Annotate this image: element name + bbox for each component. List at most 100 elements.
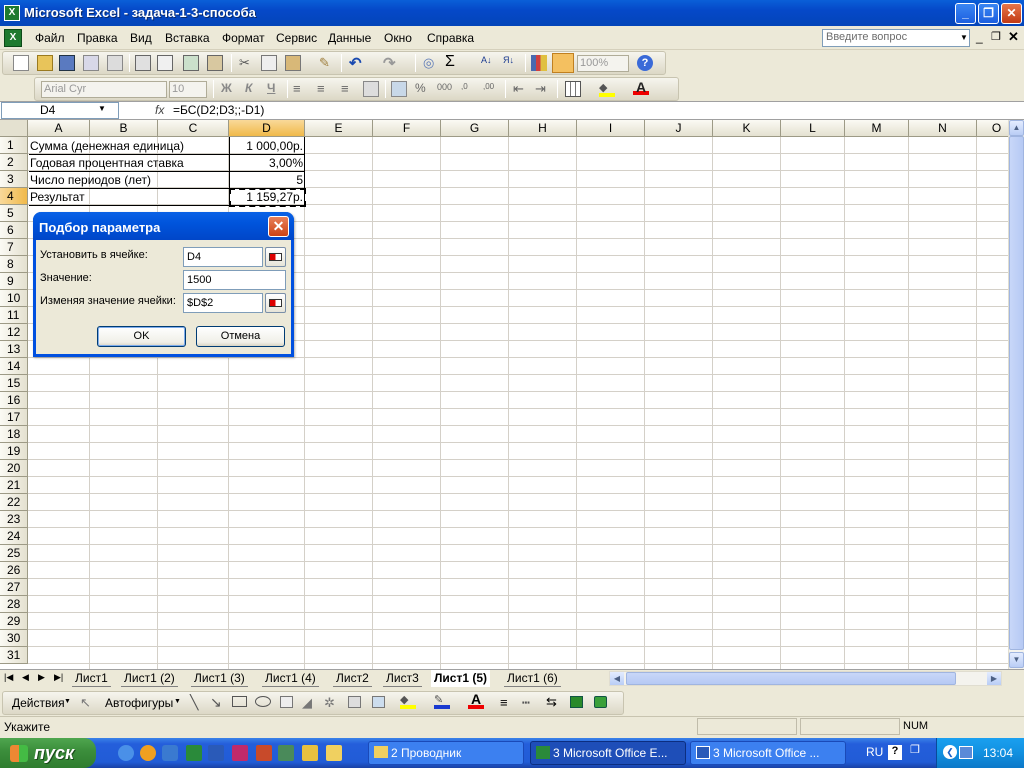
scroll-down-button[interactable]: ▼ <box>1009 652 1024 668</box>
line-style-icon[interactable]: ≡ <box>500 695 508 710</box>
insert-function-icon[interactable]: fx <box>155 103 164 117</box>
scroll-up-button[interactable]: ▲ <box>1009 120 1024 136</box>
publisher-launch-icon[interactable] <box>278 745 294 761</box>
column-header-l[interactable]: L <box>781 120 845 137</box>
row-header[interactable]: 19 <box>0 443 28 460</box>
new-icon[interactable] <box>13 55 29 71</box>
first-sheet-icon[interactable]: |◀ <box>4 672 13 683</box>
row-header[interactable]: 29 <box>0 613 28 630</box>
sheet-tab[interactable]: Лист1 (6) <box>504 670 561 687</box>
row-header[interactable]: 3 <box>0 171 28 188</box>
access-launch-icon[interactable] <box>302 745 318 761</box>
menu-insert[interactable]: Вставка <box>165 31 210 45</box>
font-color-icon[interactable]: A <box>633 79 649 95</box>
doc-restore-button[interactable]: ❐ <box>991 30 1001 43</box>
excel-icon[interactable]: X <box>4 5 20 21</box>
rectangle-icon[interactable] <box>232 696 247 707</box>
row-header[interactable]: 25 <box>0 545 28 562</box>
chevron-down-icon[interactable]: ▼ <box>64 698 71 705</box>
row-header[interactable]: 31 <box>0 647 28 664</box>
picture-icon[interactable] <box>372 696 385 708</box>
thousands-icon[interactable]: 000 <box>437 82 453 98</box>
print-icon[interactable] <box>135 55 151 71</box>
row-header[interactable]: 11 <box>0 307 28 324</box>
dialog-close-button[interactable]: ✕ <box>268 216 289 237</box>
powerpoint-launch-icon[interactable] <box>232 745 248 761</box>
row-header[interactable]: 15 <box>0 375 28 392</box>
row-header[interactable]: 17 <box>0 409 28 426</box>
menu-edit[interactable]: Правка <box>77 31 118 45</box>
row-header[interactable]: 27 <box>0 579 28 596</box>
quicklaunch-icon[interactable] <box>162 745 178 761</box>
restore-icon[interactable]: ❐ <box>910 743 920 756</box>
close-button[interactable]: ✕ <box>1001 3 1022 24</box>
sort-desc-icon[interactable]: Я↓ <box>503 55 519 71</box>
borders-icon[interactable] <box>565 81 581 97</box>
row-header[interactable]: 13 <box>0 341 28 358</box>
menu-tools[interactable]: Сервис <box>276 31 317 45</box>
excel-launch-icon[interactable] <box>186 745 202 761</box>
ie-icon[interactable] <box>118 745 134 761</box>
last-sheet-icon[interactable]: ▶| <box>54 672 63 683</box>
column-header-f[interactable]: F <box>373 120 441 137</box>
increase-indent-icon[interactable]: ⇥ <box>535 81 551 97</box>
cell-d2[interactable]: 3,00% <box>230 155 303 171</box>
column-header-i[interactable]: I <box>577 120 645 137</box>
menu-view[interactable]: Вид <box>130 31 152 45</box>
row-header[interactable]: 16 <box>0 392 28 409</box>
scroll-thumb[interactable] <box>1009 136 1024 650</box>
decrease-decimal-icon[interactable]: ,00 <box>483 82 499 98</box>
sort-asc-icon[interactable]: A↓ <box>481 55 497 71</box>
column-header-a[interactable]: A <box>28 120 90 137</box>
doc-minimize-button[interactable]: _ <box>976 30 983 44</box>
cell-d3[interactable]: 5 <box>230 172 303 188</box>
row-header[interactable]: 21 <box>0 477 28 494</box>
permission-icon[interactable] <box>83 55 99 71</box>
bold-button[interactable]: Ж <box>221 81 237 97</box>
menu-window[interactable]: Окно <box>384 31 412 45</box>
3d-icon[interactable] <box>594 696 607 708</box>
chevron-left-icon[interactable]: ❮ <box>943 745 957 759</box>
underline-button[interactable]: Ч <box>267 81 283 97</box>
row-header[interactable]: 24 <box>0 528 28 545</box>
word-launch-icon[interactable] <box>208 745 224 761</box>
align-center-icon[interactable]: ≡ <box>317 81 333 97</box>
zoom-select[interactable]: 100% <box>577 55 629 72</box>
collapse-dialog-icon[interactable] <box>265 247 286 267</box>
chart-wizard-icon[interactable] <box>531 55 547 71</box>
email-icon[interactable] <box>107 55 123 71</box>
outlook-launch-icon[interactable] <box>256 745 272 761</box>
autosum-icon[interactable]: Σ <box>445 53 461 70</box>
row-header[interactable]: 4 <box>0 188 28 205</box>
sheet-tab[interactable]: Лист1 (4) <box>262 670 319 687</box>
row-header[interactable]: 20 <box>0 460 28 477</box>
arrow-style-icon[interactable]: ⇆ <box>546 694 557 710</box>
row-header[interactable]: 2 <box>0 154 28 171</box>
chevron-down-icon[interactable]: ▼ <box>98 104 106 113</box>
network-icon[interactable] <box>959 746 973 759</box>
redo-icon[interactable]: ↷ <box>383 54 399 72</box>
minimize-button[interactable]: _ <box>955 3 976 24</box>
next-sheet-icon[interactable]: ▶ <box>38 672 45 683</box>
column-header-m[interactable]: M <box>845 120 909 137</box>
oval-icon[interactable] <box>255 696 271 707</box>
vertical-scrollbar[interactable]: ▲ ▼ <box>1008 120 1024 669</box>
sheet-tab-active[interactable]: Лист1 (5) <box>431 670 491 687</box>
row-header[interactable]: 30 <box>0 630 28 647</box>
menu-format[interactable]: Формат <box>222 31 265 45</box>
cancel-button[interactable]: Отмена <box>196 326 285 347</box>
row-header[interactable]: 5 <box>0 205 28 222</box>
sheet-tab[interactable]: Лист2 <box>333 670 372 687</box>
taskbar-item-word[interactable]: 3 Microsoft Office ... <box>690 741 846 765</box>
restore-button[interactable]: ❐ <box>978 3 999 24</box>
format-painter-icon[interactable]: ✎ <box>319 55 335 71</box>
chevron-down-icon[interactable]: ▼ <box>174 698 181 705</box>
row-header[interactable]: 18 <box>0 426 28 443</box>
sheet-tab[interactable]: Лист3 <box>383 670 422 687</box>
column-header-h[interactable]: H <box>509 120 577 137</box>
fill-color-icon[interactable]: ◆ <box>599 81 615 97</box>
column-header-g[interactable]: G <box>441 120 509 137</box>
line-icon[interactable]: ╲ <box>190 694 198 711</box>
row-header[interactable]: 1 <box>0 137 28 154</box>
row-header[interactable]: 12 <box>0 324 28 341</box>
